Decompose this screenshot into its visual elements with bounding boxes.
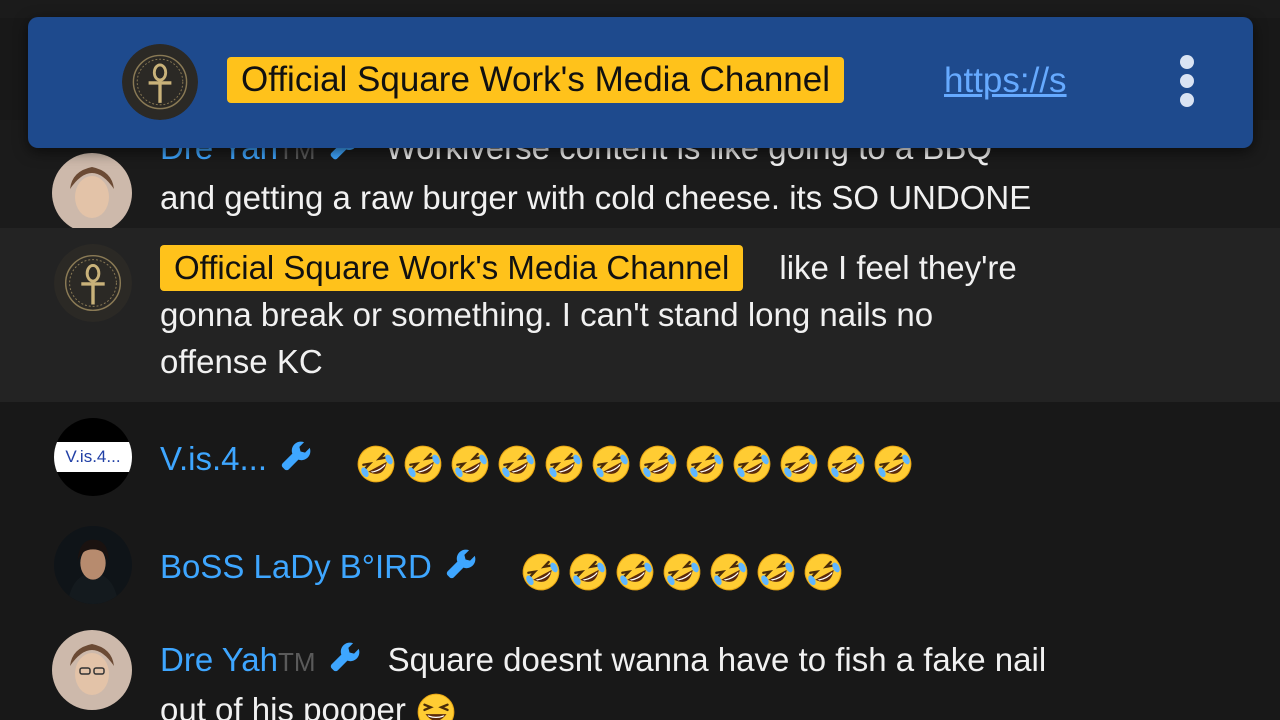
chat-message[interactable]: V.is.4... V.is.4... (0, 402, 1280, 510)
channel-avatar[interactable] (54, 244, 132, 322)
rolling-on-floor-laughing-icon (802, 551, 844, 593)
pinned-banner[interactable]: Official Square Work's Media Channel htt… (28, 17, 1253, 148)
user-avatar-photo (52, 153, 132, 233)
author-name[interactable]: BoSS LaDy B°IRD (160, 548, 432, 585)
emoji-row (520, 546, 849, 593)
emoji-row (355, 438, 919, 485)
rolling-on-floor-laughing-icon (708, 551, 750, 593)
chat-message[interactable]: BoSS LaDy B°IRD (0, 510, 1280, 618)
ankh-logo-icon (122, 44, 198, 120)
banner-channel-name[interactable]: Official Square Work's Media Channel (227, 57, 845, 103)
rolling-on-floor-laughing-icon (755, 551, 797, 593)
banner-channel-avatar[interactable] (122, 44, 198, 120)
banner-link[interactable]: https://s (944, 58, 1067, 104)
rolling-on-floor-laughing-icon (402, 443, 444, 485)
avatar[interactable] (52, 630, 132, 710)
rolling-on-floor-laughing-icon (520, 551, 562, 593)
author-name[interactable]: Dre Yah (160, 641, 278, 678)
message-line: Dre YahTM Square doesnt wanna have to fis… (160, 636, 1240, 686)
owner-name-chip[interactable]: Official Square Work's Media Channel (160, 245, 744, 291)
avatar[interactable] (54, 526, 132, 604)
rolling-on-floor-laughing-icon (778, 443, 820, 485)
rolling-on-floor-laughing-icon (590, 443, 632, 485)
rolling-on-floor-laughing-icon (543, 443, 585, 485)
ankh-logo-icon (54, 244, 132, 322)
wrench-icon (444, 546, 478, 593)
avatar[interactable] (52, 153, 132, 233)
wrench-icon (328, 639, 362, 686)
user-avatar-photo (54, 526, 132, 604)
rolling-on-floor-laughing-icon (496, 443, 538, 485)
message-text: V.is.4... (160, 435, 1240, 485)
rolling-on-floor-laughing-icon (684, 443, 726, 485)
message-line: out of his pooper (160, 686, 1240, 720)
message-line: gonna break or something. I can't stand … (160, 296, 934, 333)
trademark-label: TM (278, 647, 316, 677)
author-name[interactable]: V.is.4... (160, 440, 267, 477)
message-body-line: out of his pooper (160, 691, 406, 720)
rolling-on-floor-laughing-icon (661, 551, 703, 593)
rolling-on-floor-laughing-icon (567, 551, 609, 593)
message-text: Official Square Work's Media Channel like… (160, 244, 1240, 385)
rolling-on-floor-laughing-icon (614, 551, 656, 593)
message-text: BoSS LaDy B°IRD (160, 543, 1240, 593)
rolling-on-floor-laughing-icon (449, 443, 491, 485)
rolling-on-floor-laughing-icon (825, 443, 867, 485)
message-line: offense KC (160, 343, 323, 380)
more-vert-icon[interactable] (1168, 53, 1208, 113)
grinning-squinting-face-icon (415, 691, 457, 720)
user-avatar-photo (52, 630, 132, 710)
chat-message[interactable]: Dre YahTM Square doesnt wanna have to fis… (0, 618, 1280, 720)
wrench-icon (279, 438, 313, 485)
message-line: Official Square Work's Media Channel like… (160, 244, 1240, 291)
message-body-line: Square doesnt wanna have to fish a fake … (387, 641, 1047, 678)
message-text: Dre YahTM Square doesnt wanna have to fis… (160, 636, 1240, 720)
chat-message-owner[interactable]: Official Square Work's Media Channel like… (0, 228, 1280, 402)
rolling-on-floor-laughing-icon (872, 443, 914, 485)
rolling-on-floor-laughing-icon (731, 443, 773, 485)
live-chat-view: Dre YahTMWorkiverse content is like goin… (0, 0, 1280, 720)
message-body-line: like I feel they're (779, 249, 1017, 286)
message-line: and getting a raw burger with cold chees… (160, 179, 1032, 216)
rolling-on-floor-laughing-icon (637, 443, 679, 485)
avatar-label: V.is.4... (54, 442, 132, 472)
rolling-on-floor-laughing-icon (355, 443, 397, 485)
avatar[interactable]: V.is.4... (54, 418, 132, 496)
